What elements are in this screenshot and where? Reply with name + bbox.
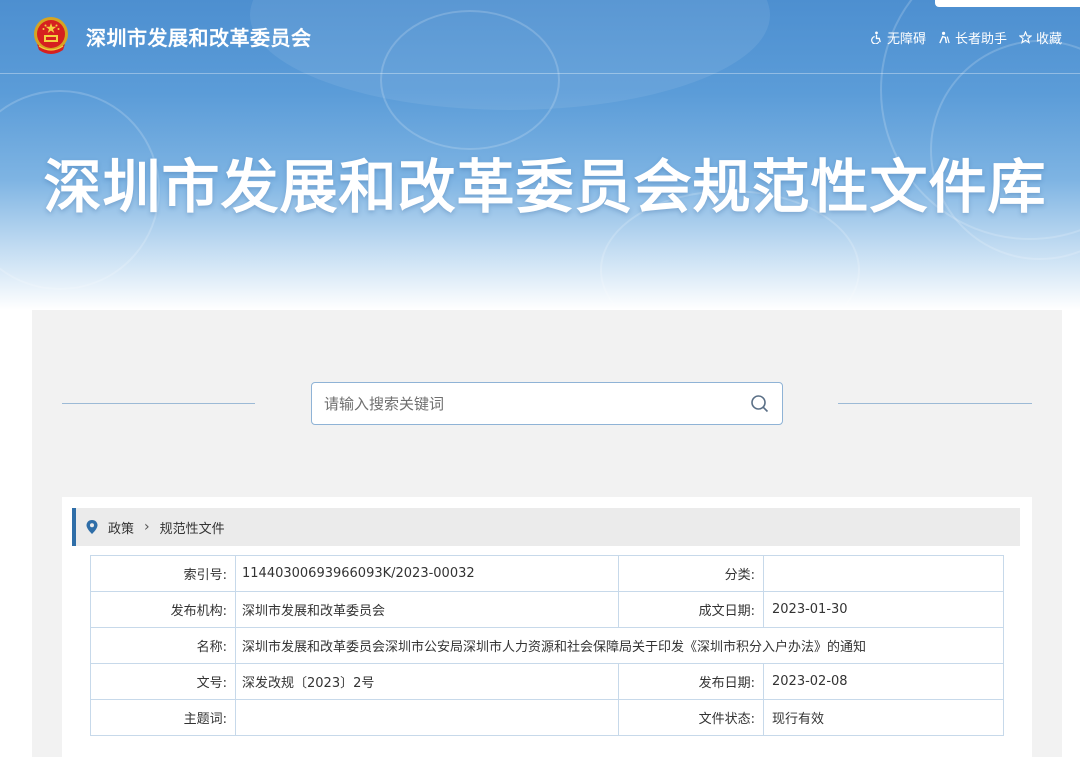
written-date-value: 2023-01-30 — [763, 591, 1004, 628]
search-icon[interactable] — [750, 394, 770, 414]
publish-date-label: 发布日期: — [618, 663, 764, 700]
index-no-value: 11440300693966093K/2023-00032 — [235, 555, 619, 592]
category-label: 分类: — [618, 555, 764, 592]
elder-helper-link[interactable]: 长者助手 — [938, 28, 1007, 47]
subject-label: 主题词: — [90, 699, 236, 736]
main-panel: 政策 › 规范性文件 索引号: 11440300693966093K/2023-… — [32, 310, 1062, 757]
top-links: 无障碍 长者助手 收藏 — [870, 28, 1062, 47]
table-row: 文号: 深发改规〔2023〕2号 发布日期: 2023-02-08 — [90, 663, 1004, 700]
doc-no-value: 深发改规〔2023〕2号 — [235, 663, 619, 700]
written-date-label: 成文日期: — [618, 591, 764, 628]
national-emblem-icon — [34, 17, 68, 54]
search-divider-right — [838, 403, 1032, 404]
location-pin-icon — [86, 520, 98, 534]
document-info-table: 索引号: 11440300693966093K/2023-00032 分类: 发… — [90, 555, 1004, 736]
table-row: 索引号: 11440300693966093K/2023-00032 分类: — [90, 555, 1004, 592]
accessibility-icon — [871, 31, 881, 44]
publisher-label: 发布机构: — [90, 591, 236, 628]
category-value — [763, 555, 1004, 592]
table-row: 名称: 深圳市发展和改革委员会深圳市公安局深圳市人力资源和社会保障局关于印发《深… — [90, 627, 1004, 664]
header-banner: 深圳市发展和改革委员会 无障碍 长者助手 收藏 深圳市发展和改革委员会规范性文件… — [0, 0, 1080, 310]
elder-helper-label: 长者助手 — [954, 32, 1007, 47]
doc-no-label: 文号: — [90, 663, 236, 700]
corner-tab — [935, 0, 1080, 7]
accessibility-label: 无障碍 — [886, 32, 926, 47]
header-divider — [0, 73, 1080, 74]
document-content: 政策 › 规范性文件 索引号: 11440300693966093K/2023-… — [62, 497, 1032, 757]
status-value: 现行有效 — [763, 699, 1004, 736]
name-value: 深圳市发展和改革委员会深圳市公安局深圳市人力资源和社会保障局关于印发《深圳市积分… — [235, 627, 1004, 664]
favorite-label: 收藏 — [1035, 32, 1062, 47]
search-divider-left — [62, 403, 255, 404]
hero-title: 深圳市发展和改革委员会规范性文件库 — [43, 153, 1047, 221]
breadcrumb: 政策 › 规范性文件 — [72, 508, 1020, 546]
subject-value — [235, 699, 619, 736]
favorite-link[interactable]: 收藏 — [1018, 28, 1062, 47]
elder-helper-icon — [939, 31, 950, 44]
accessibility-link[interactable]: 无障碍 — [870, 28, 926, 47]
site-name[interactable]: 深圳市发展和改革委员会 — [86, 22, 312, 51]
breadcrumb-item-policy[interactable]: 政策 — [108, 518, 134, 537]
table-row: 发布机构: 深圳市发展和改革委员会 成文日期: 2023-01-30 — [90, 591, 1004, 628]
status-label: 文件状态: — [618, 699, 764, 736]
publish-date-value: 2023-02-08 — [763, 663, 1004, 700]
publisher-value: 深圳市发展和改革委员会 — [235, 591, 619, 628]
chevron-right-icon: › — [144, 519, 150, 535]
star-icon — [1018, 31, 1032, 44]
banner-decoration — [380, 10, 560, 150]
breadcrumb-item-normative-docs[interactable]: 规范性文件 — [160, 518, 225, 537]
table-row: 主题词: 文件状态: 现行有效 — [90, 699, 1004, 736]
name-label: 名称: — [90, 627, 236, 664]
index-no-label: 索引号: — [90, 555, 236, 592]
search-input[interactable] — [324, 394, 750, 413]
search-box — [311, 382, 783, 425]
